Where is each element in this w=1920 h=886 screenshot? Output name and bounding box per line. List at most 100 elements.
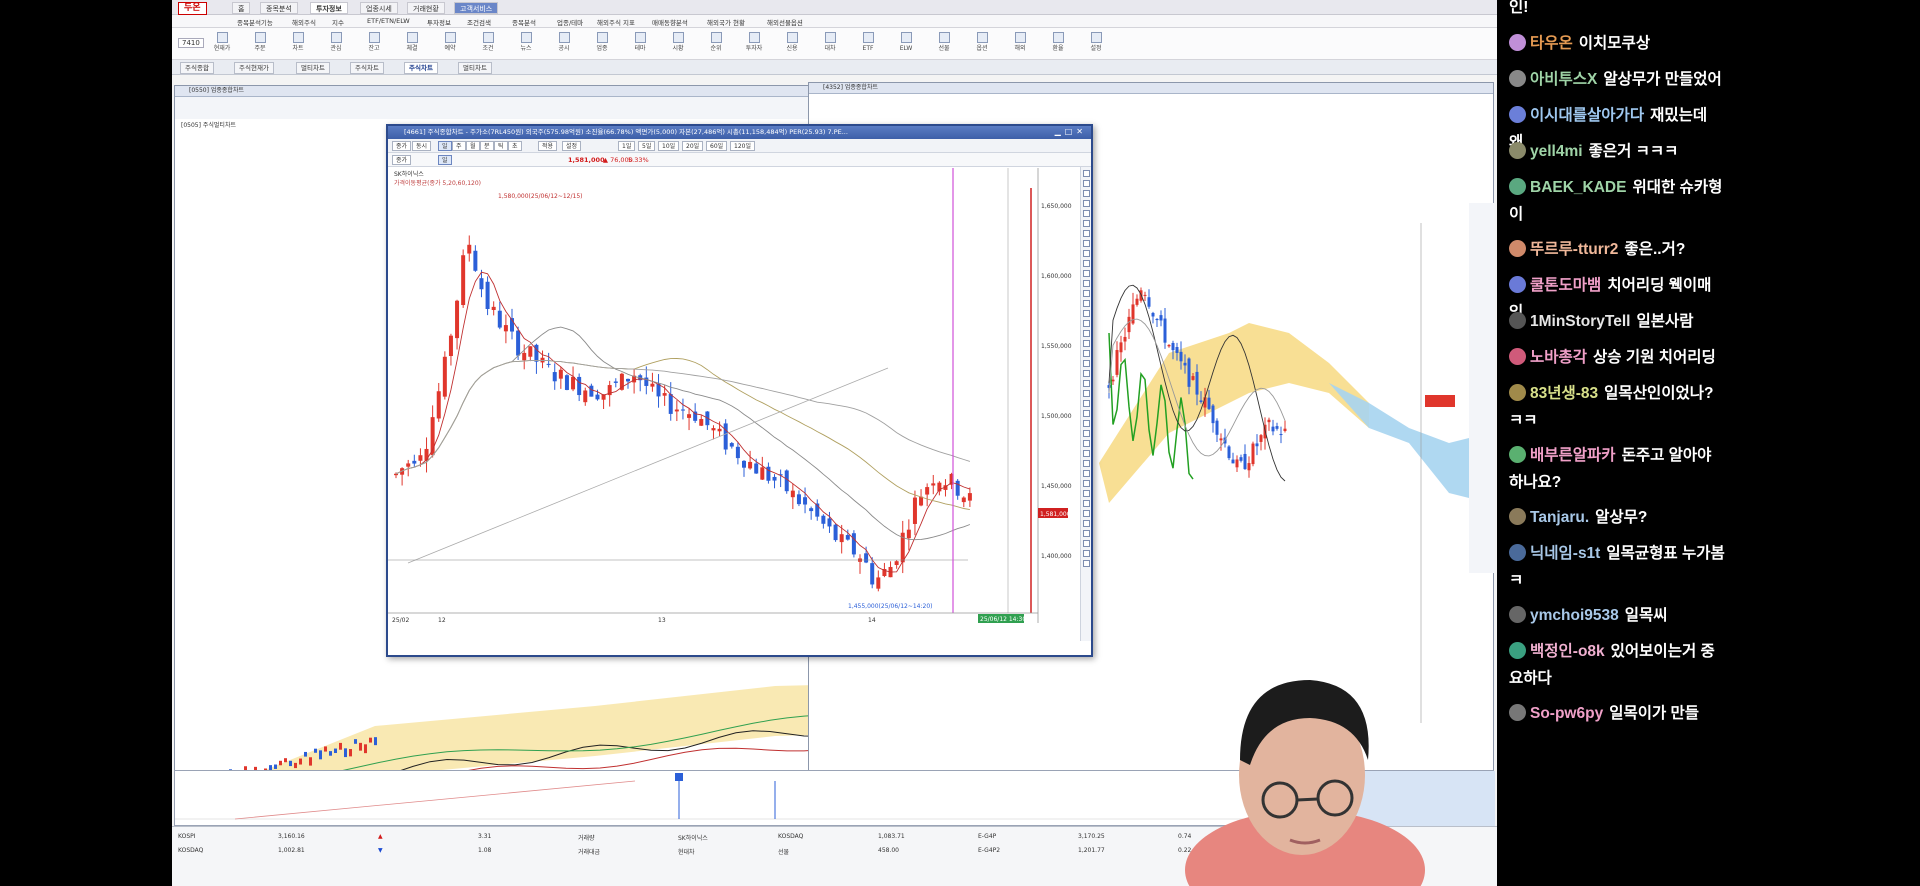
chat-nickname[interactable]: 노바총각 bbox=[1530, 349, 1587, 366]
toolbar-tool[interactable]: 대차 bbox=[820, 32, 840, 52]
chat-nickname[interactable]: 쿨톤도마뱀 bbox=[1530, 277, 1601, 294]
toolbar-button[interactable]: 주 bbox=[452, 141, 466, 151]
menu-item[interactable]: 투자정보 bbox=[427, 17, 451, 27]
chart-period-button[interactable]: 일 bbox=[438, 155, 452, 165]
drawing-tool-icon[interactable] bbox=[1082, 520, 1090, 527]
code-input[interactable]: 7410 bbox=[178, 38, 204, 48]
drawing-tool-icon[interactable] bbox=[1082, 440, 1090, 447]
drawing-tool-icon[interactable] bbox=[1082, 490, 1090, 497]
menu-item[interactable]: 지수 bbox=[332, 17, 344, 27]
toolbar-tool[interactable]: 순위 bbox=[706, 32, 726, 52]
drawing-tool-icon[interactable] bbox=[1082, 380, 1090, 387]
toolbar-tool[interactable]: 뉴스 bbox=[516, 32, 536, 52]
drawing-tool-icon[interactable] bbox=[1082, 340, 1090, 347]
toolbar-tool[interactable]: 관심 bbox=[326, 32, 346, 52]
chat-nickname[interactable]: 백정인-o8k bbox=[1530, 643, 1605, 660]
chat-nickname[interactable]: 타우온 bbox=[1530, 35, 1573, 52]
drawing-tool-icon[interactable] bbox=[1082, 370, 1090, 377]
menu-item[interactable]: ETF/ETN/ELW bbox=[367, 17, 410, 25]
window-controls[interactable]: ▁□✕ bbox=[1055, 127, 1087, 136]
toolbar-tool[interactable]: 투자자 bbox=[744, 32, 764, 52]
drawing-tool-icon[interactable] bbox=[1082, 470, 1090, 477]
drawing-tool-icon[interactable] bbox=[1082, 550, 1090, 557]
drawing-tool-icon[interactable] bbox=[1082, 270, 1090, 277]
drawing-tool-icon[interactable] bbox=[1082, 210, 1090, 217]
drawing-tool-icon[interactable] bbox=[1082, 220, 1090, 227]
toolbar-tool[interactable]: 테마 bbox=[630, 32, 650, 52]
chat-nickname[interactable]: So-pw6py bbox=[1530, 705, 1603, 722]
top-tab-sector[interactable]: 업종시세 bbox=[360, 2, 398, 14]
drawing-tool-icon[interactable] bbox=[1082, 240, 1090, 247]
toolbar-tool[interactable]: 차트 bbox=[288, 32, 308, 52]
drawing-tool-icon[interactable] bbox=[1082, 180, 1090, 187]
toolbar-tool[interactable]: 신용 bbox=[782, 32, 802, 52]
drawing-tool-icon[interactable] bbox=[1082, 190, 1090, 197]
chat-nickname[interactable]: 뚜르루-tturr2 bbox=[1530, 241, 1618, 258]
period-button[interactable]: 5일 bbox=[638, 141, 656, 151]
drawing-tool-icon[interactable] bbox=[1082, 560, 1090, 567]
menu-item[interactable]: 종목분석 bbox=[512, 17, 536, 27]
drawing-tool-icon[interactable] bbox=[1082, 420, 1090, 427]
drawing-tool-icon[interactable] bbox=[1082, 230, 1090, 237]
toolbar-button[interactable]: 초 bbox=[508, 141, 522, 151]
toolbar-tool[interactable]: ETF bbox=[858, 32, 878, 52]
candlestick-chart[interactable]: 1,650,000 1,600,000 1,550,000 1,500,000 1,45… bbox=[388, 168, 1080, 643]
menu-item[interactable]: 종목분석기능 bbox=[237, 17, 273, 27]
toolbar-tool[interactable]: 시황 bbox=[668, 32, 688, 52]
toolbar-tool[interactable]: 조건 bbox=[478, 32, 498, 52]
drawing-tool-icon[interactable] bbox=[1082, 390, 1090, 397]
drawing-tool-icon[interactable] bbox=[1082, 530, 1090, 537]
top-tab-invest-info[interactable]: 투자정보 bbox=[310, 2, 348, 14]
top-tab-analysis[interactable]: 종목분석 bbox=[260, 2, 298, 14]
drawing-tool-icon[interactable] bbox=[1082, 430, 1090, 437]
window-tab[interactable]: 주식차트 bbox=[350, 62, 384, 74]
maximize-icon[interactable]: □ bbox=[1065, 127, 1077, 136]
window-tab[interactable]: 주식종합 bbox=[180, 62, 214, 74]
toolbar-button[interactable]: 월 bbox=[466, 141, 480, 151]
settings-button[interactable]: 설정 bbox=[562, 141, 582, 151]
toolbar-tool[interactable]: 업종 bbox=[592, 32, 612, 52]
drawing-tool-icon[interactable] bbox=[1082, 310, 1090, 317]
drawing-tool-icon[interactable] bbox=[1082, 170, 1090, 177]
toolbar-tool[interactable]: ELW bbox=[896, 32, 916, 52]
toolbar-button[interactable]: 동시 bbox=[412, 141, 432, 151]
menu-item[interactable]: 해외선물옵션 bbox=[767, 17, 803, 27]
menu-item[interactable]: 해외주식 bbox=[292, 17, 316, 27]
toolbar-button[interactable]: 종가 bbox=[392, 141, 412, 151]
chart-type-button[interactable]: 종가 bbox=[392, 155, 412, 165]
drawing-tool-icon[interactable] bbox=[1082, 480, 1090, 487]
chat-nickname[interactable]: 1MinStoryTell bbox=[1530, 313, 1630, 330]
period-button[interactable]: 1일 bbox=[618, 141, 636, 151]
period-button[interactable]: 20일 bbox=[682, 141, 704, 151]
toolbar-tool[interactable]: 옵션 bbox=[972, 32, 992, 52]
drawing-tool-icon[interactable] bbox=[1082, 360, 1090, 367]
drawing-tool-icon[interactable] bbox=[1082, 450, 1090, 457]
menu-item[interactable]: 해외주식 지표 bbox=[597, 17, 635, 27]
period-button[interactable]: 10일 bbox=[658, 141, 680, 151]
toolbar-tool[interactable]: 잔고 bbox=[364, 32, 384, 52]
window-tab-active[interactable]: 주식차트 bbox=[404, 62, 438, 74]
drawing-tool-icon[interactable] bbox=[1082, 290, 1090, 297]
top-tab-customer[interactable]: 고객서비스 bbox=[454, 2, 499, 14]
chat-nickname[interactable]: Tanjaru. bbox=[1530, 509, 1589, 526]
toolbar-button[interactable]: 틱 bbox=[494, 141, 508, 151]
period-button[interactable]: 60일 bbox=[706, 141, 728, 151]
drawing-tool-icon[interactable] bbox=[1082, 350, 1090, 357]
period-button[interactable]: 120일 bbox=[730, 141, 755, 151]
main-window-title[interactable]: [4661] 주식종합차트 - 주가소(7RL450원) 외국주(575.98억… bbox=[388, 126, 1091, 139]
window-tab[interactable]: 주식현재가 bbox=[234, 62, 274, 74]
drawing-tool-icon[interactable] bbox=[1082, 540, 1090, 547]
drawing-tool-icon[interactable] bbox=[1082, 280, 1090, 287]
toolbar-tool[interactable]: 현재가 bbox=[212, 32, 232, 52]
chat-nickname[interactable]: 이시대를살아가다 bbox=[1530, 107, 1644, 124]
toolbar-tool[interactable]: 체결 bbox=[402, 32, 422, 52]
drawing-tool-icon[interactable] bbox=[1082, 410, 1090, 417]
toolbar-tool[interactable]: 선물 bbox=[934, 32, 954, 52]
menu-item[interactable]: 해외국가 현황 bbox=[707, 17, 745, 27]
chat-nickname[interactable]: 닉네임-s1t bbox=[1530, 545, 1600, 562]
toolbar-tool[interactable]: 해외 bbox=[1010, 32, 1030, 52]
main-chart-window[interactable]: [4661] 주식종합차트 - 주가소(7RL450원) 외국주(575.98억… bbox=[386, 124, 1093, 657]
toolbar-tool[interactable]: 설정 bbox=[1086, 32, 1106, 52]
drawing-tool-icon[interactable] bbox=[1082, 250, 1090, 257]
drawing-tool-icon[interactable] bbox=[1082, 300, 1090, 307]
